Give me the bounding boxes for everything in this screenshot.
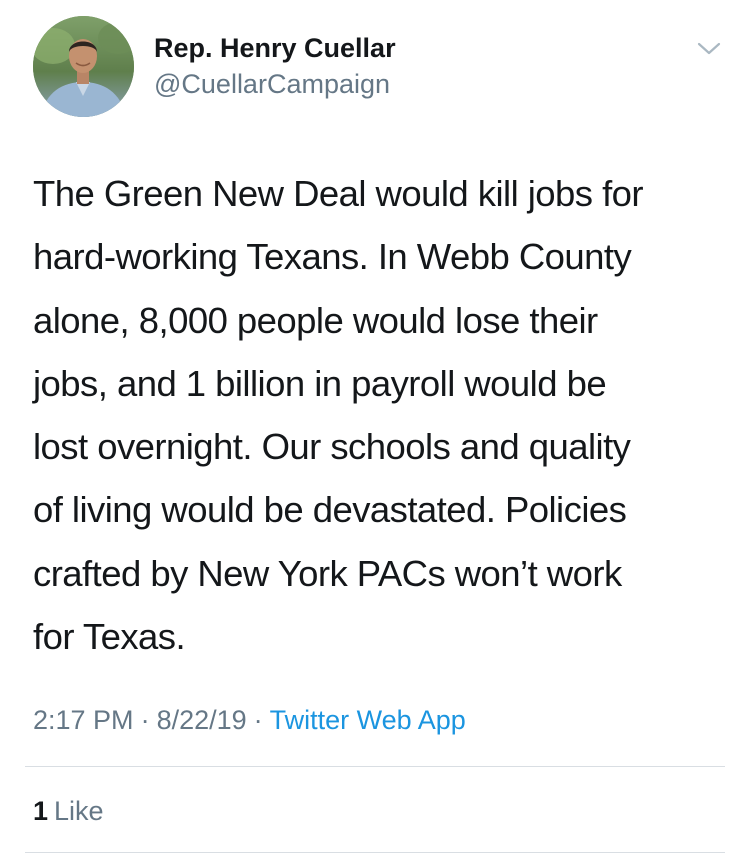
- tweet-header: Rep. Henry Cuellar @CuellarCampaign: [33, 16, 723, 120]
- meta-separator: ·: [253, 705, 263, 735]
- tweet-text: The Green New Deal would kill jobs for h…: [33, 173, 644, 658]
- meta-separator: ·: [140, 705, 150, 735]
- tweet-date[interactable]: 8/22/19: [157, 705, 247, 735]
- tweet-card: Rep. Henry Cuellar @CuellarCampaign The …: [0, 0, 750, 855]
- tweet-source-link[interactable]: Twitter Web App: [270, 705, 466, 735]
- avatar[interactable]: [33, 16, 134, 117]
- likes-label: Like: [54, 796, 104, 826]
- tweet-time[interactable]: 2:17 PM: [33, 705, 134, 735]
- tweet-menu-button[interactable]: [694, 36, 724, 62]
- likes-count: 1: [33, 796, 49, 826]
- display-name[interactable]: Rep. Henry Cuellar: [154, 31, 396, 65]
- divider: [25, 852, 725, 853]
- likes-stat[interactable]: 1 Like: [33, 793, 104, 829]
- divider: [25, 766, 725, 767]
- author-names: Rep. Henry Cuellar @CuellarCampaign: [154, 31, 396, 101]
- tweet-meta: 2:17 PM · 8/22/19 · Twitter Web App: [33, 702, 466, 738]
- handle[interactable]: @CuellarCampaign: [154, 67, 396, 101]
- avatar-image: [33, 16, 134, 117]
- chevron-down-icon: [697, 42, 721, 55]
